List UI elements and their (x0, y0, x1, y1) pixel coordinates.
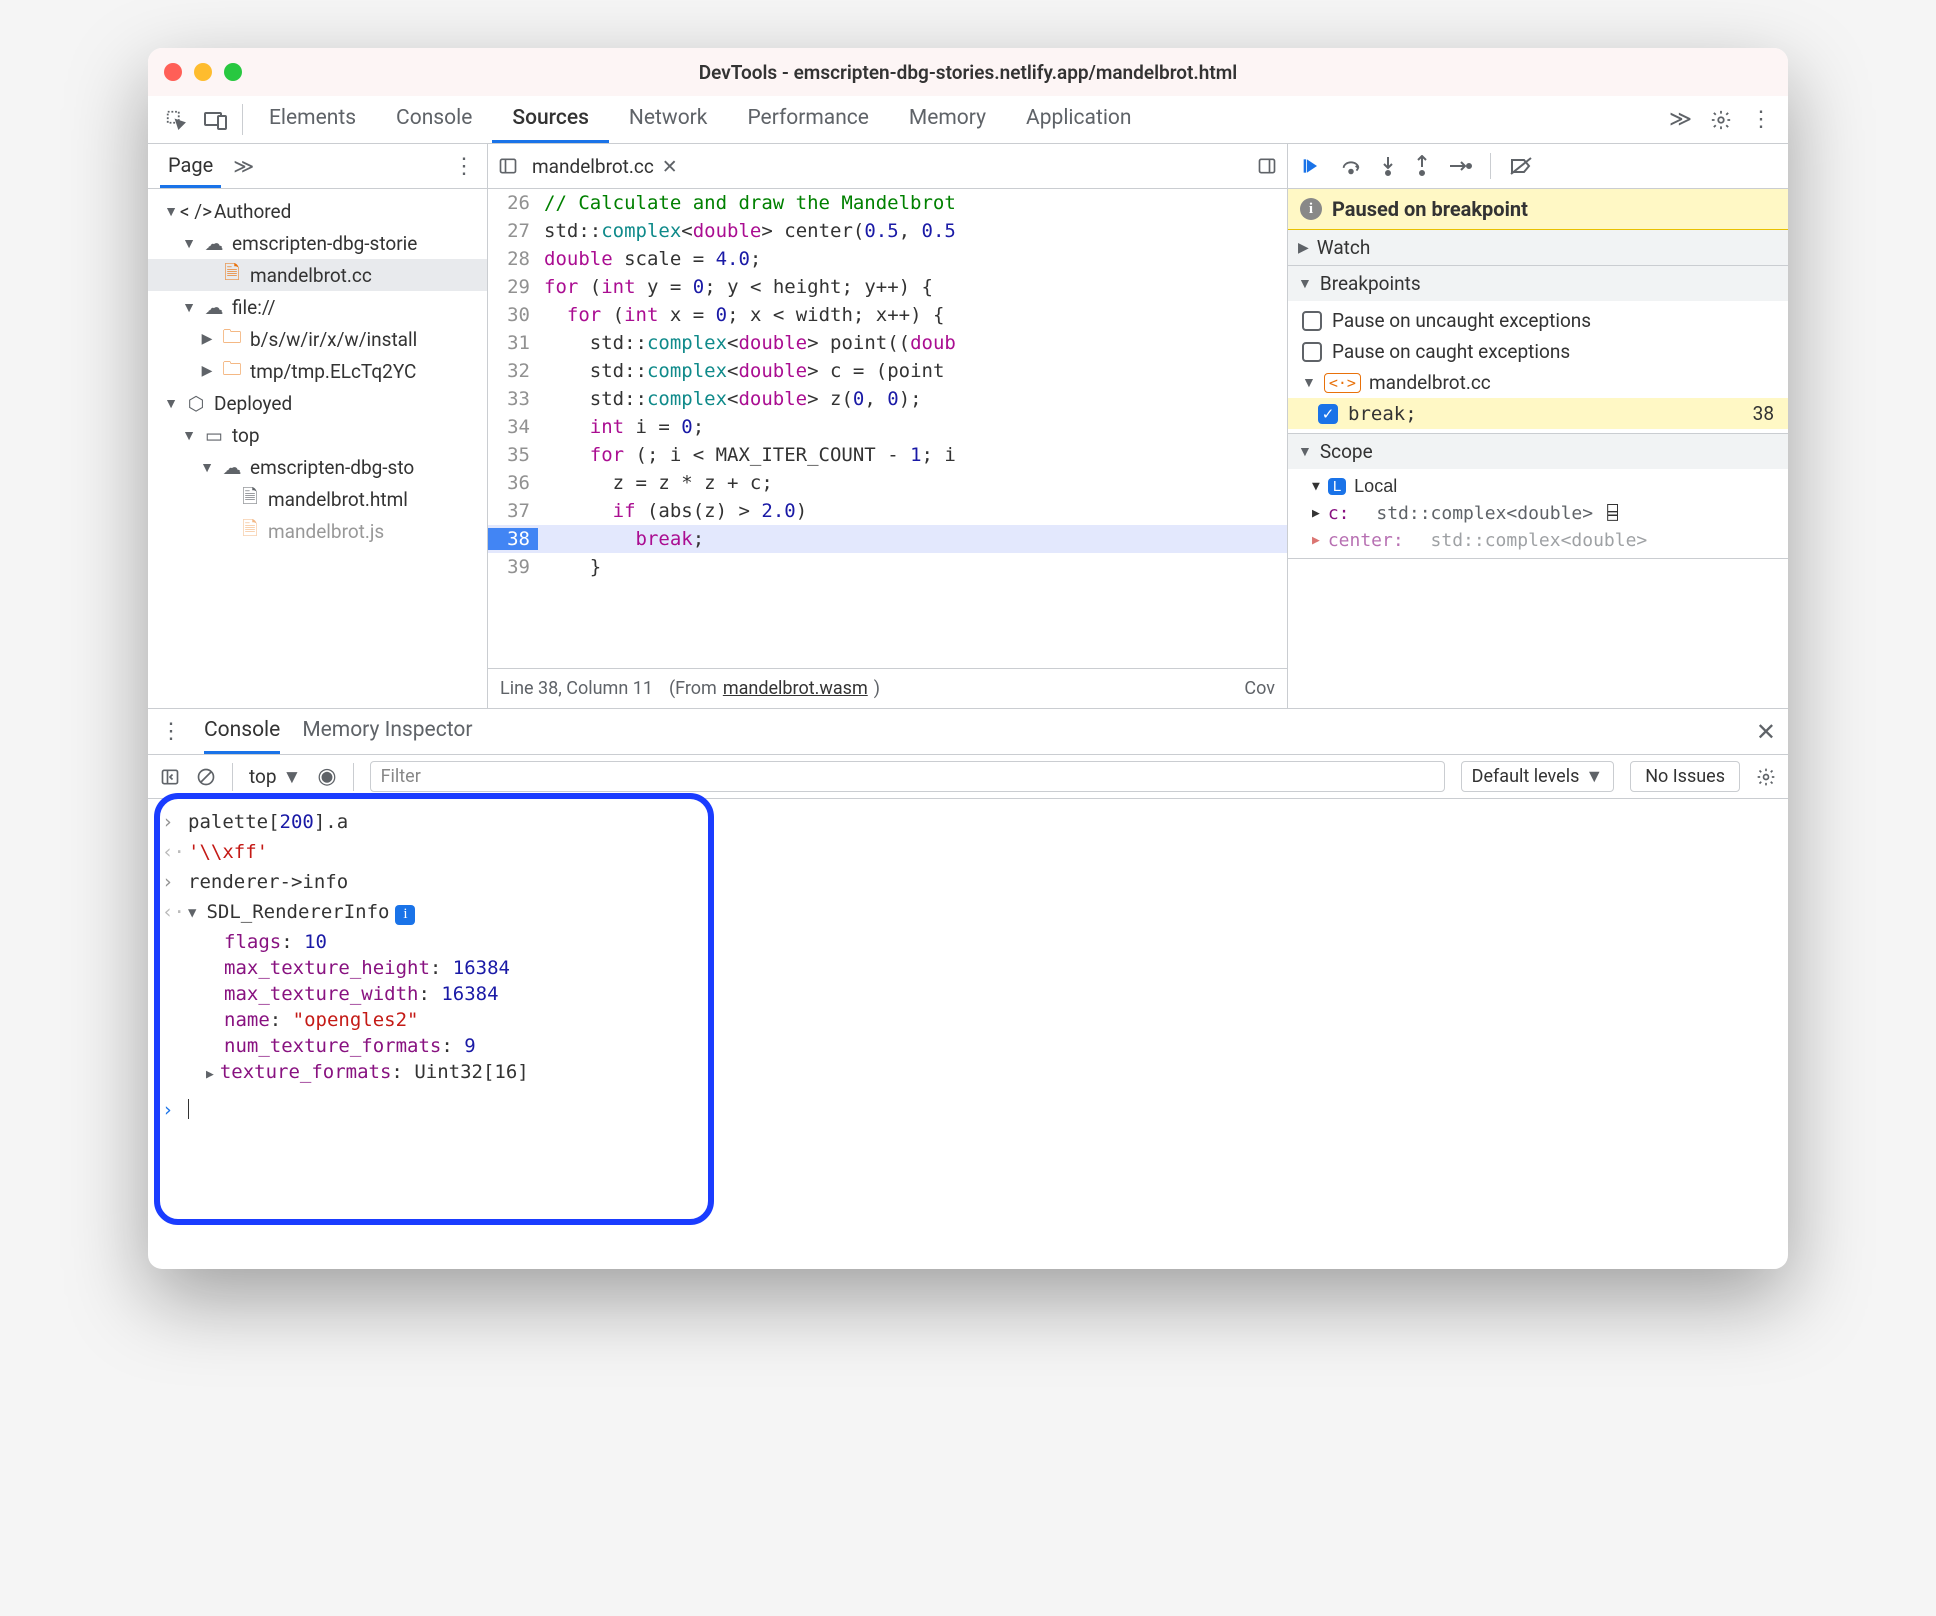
window-title: DevTools - emscripten-dbg-stories.netlif… (148, 61, 1788, 84)
step-into-icon[interactable] (1380, 155, 1396, 177)
drawer-tab-memory-inspector[interactable]: Memory Inspector (302, 709, 472, 754)
result-icon: ‹· (162, 901, 178, 923)
scope-var-c[interactable]: ▶c: std::complex<double>⌸ (1288, 500, 1788, 527)
console-body[interactable]: › palette[200].a ‹· '\\xff' › renderer->… (148, 799, 1788, 1269)
pause-uncaught-toggle[interactable]: Pause on uncaught exceptions (1288, 305, 1788, 336)
code-area[interactable]: 26// Calculate and draw the Mandelbrot27… (488, 189, 1287, 668)
tab-memory[interactable]: Memory (889, 96, 1006, 143)
local-badge-icon: L (1328, 478, 1346, 495)
tab-sources[interactable]: Sources (492, 96, 609, 143)
devtools-window: DevTools - emscripten-dbg-stories.netlif… (148, 48, 1788, 1269)
breakpoint-file[interactable]: ▼<·>mandelbrot.cc (1288, 367, 1788, 398)
device-toggle-icon[interactable] (196, 96, 236, 143)
editor-tab-label: mandelbrot.cc (532, 155, 654, 178)
breakpoint-entry[interactable]: ✓break;38 (1288, 398, 1788, 429)
paused-banner: iPaused on breakpoint (1288, 189, 1788, 230)
info-badge-icon[interactable]: i (395, 905, 415, 925)
issues-button[interactable]: No Issues (1630, 761, 1740, 792)
prompt-icon: › (162, 1099, 178, 1121)
tree-authored[interactable]: ▼< />Authored (148, 195, 487, 227)
console-prop: num_texture_formats: 9 (148, 1033, 1788, 1059)
navigator-more-icon[interactable]: ≫ (233, 154, 254, 178)
console-prop: max_texture_height: 16384 (148, 955, 1788, 981)
scope-var-center[interactable]: ▶center: std::complex<double> (1288, 527, 1788, 554)
console-sidebar-toggle-icon[interactable] (160, 767, 180, 787)
console-prop: flags: 10 (148, 929, 1788, 955)
watch-section[interactable]: ▶Watch (1288, 230, 1788, 265)
pause-caught-toggle[interactable]: Pause on caught exceptions (1288, 336, 1788, 367)
console-prop-expandable[interactable]: ▶texture_formats: Uint32[16] (148, 1059, 1788, 1085)
console-settings-gear-icon[interactable] (1756, 767, 1776, 787)
toggle-navigator-icon[interactable] (498, 156, 518, 176)
coverage-label: Cov (1244, 678, 1275, 699)
breakpoints-section[interactable]: ▼Breakpoints (1288, 266, 1788, 301)
live-expression-icon[interactable]: ◉ (317, 764, 336, 789)
tree-file-html[interactable]: 🗎mandelbrot.html (148, 483, 487, 515)
titlebar: DevTools - emscripten-dbg-stories.netlif… (148, 48, 1788, 96)
tab-application[interactable]: Application (1006, 96, 1151, 143)
tree-folder-1[interactable]: ▶🗀b/s/w/ir/x/w/install (148, 323, 487, 355)
prompt-icon: › (162, 811, 178, 833)
inspect-icon[interactable] (156, 96, 196, 143)
step-out-icon[interactable] (1414, 155, 1430, 177)
tab-performance[interactable]: Performance (727, 96, 888, 143)
console-input-1: › palette[200].a (148, 807, 1788, 837)
drawer-tabstrip: ⋮ Console Memory Inspector ✕ (148, 709, 1788, 755)
console-prompt[interactable]: › (148, 1095, 1788, 1125)
navigator-page-tab[interactable]: Page (160, 144, 221, 188)
result-icon: ‹· (162, 841, 178, 863)
cursor-position: Line 38, Column 11 (500, 678, 653, 699)
more-tabs-icon[interactable]: ≫ (1669, 107, 1692, 132)
source-editor: 26// Calculate and draw the Mandelbrot27… (488, 189, 1288, 708)
tree-origin-deployed[interactable]: ▼☁emscripten-dbg-sto (148, 451, 487, 483)
tree-file-mandelbrot-cc[interactable]: 🗎mandelbrot.cc (148, 259, 487, 291)
tree-folder-2[interactable]: ▶🗀tmp/tmp.ELcTq2YC (148, 355, 487, 387)
navigator-tree: ▼< />Authored ▼☁emscripten-dbg-storie 🗎m… (148, 189, 488, 708)
tab-elements[interactable]: Elements (249, 96, 376, 143)
drawer: ⋮ Console Memory Inspector ✕ top▼ ◉ Filt… (148, 709, 1788, 1269)
log-levels-dropdown[interactable]: Default levels▼ (1461, 761, 1615, 792)
memory-icon[interactable]: ⌸ (1607, 503, 1618, 524)
console-filter-input[interactable]: Filter (370, 761, 1445, 792)
console-input-2: › renderer->info (148, 867, 1788, 897)
clear-console-icon[interactable] (196, 767, 216, 787)
editor-statusbar: Line 38, Column 11 (From mandelbrot.wasm… (488, 668, 1287, 708)
tree-origin-authored[interactable]: ▼☁emscripten-dbg-storie (148, 227, 487, 259)
debug-sidebar: iPaused on breakpoint ▶Watch ▼Breakpoint… (1288, 189, 1788, 708)
scope-section[interactable]: ▼Scope (1288, 434, 1788, 469)
drawer-tab-console[interactable]: Console (204, 709, 280, 754)
console-prop: max_texture_width: 16384 (148, 981, 1788, 1007)
tab-console[interactable]: Console (376, 96, 492, 143)
drawer-kebab-icon[interactable]: ⋮ (160, 719, 182, 744)
close-tab-icon[interactable]: ✕ (662, 155, 678, 178)
step-icon[interactable] (1448, 158, 1472, 174)
toggle-debugger-icon[interactable] (1257, 156, 1277, 176)
kebab-icon[interactable]: ⋮ (1750, 107, 1772, 132)
panel-tabstrip: Elements Console Sources Network Perform… (148, 96, 1788, 144)
editor-tab-mandelbrot[interactable]: mandelbrot.cc ✕ (532, 155, 678, 178)
deactivate-breakpoints-icon[interactable] (1509, 156, 1533, 176)
source-map-link[interactable]: mandelbrot.wasm (723, 678, 868, 699)
navigator-kebab-icon[interactable]: ⋮ (453, 154, 475, 179)
console-prop: name: "opengles2" (148, 1007, 1788, 1033)
sources-main: ▼< />Authored ▼☁emscripten-dbg-storie 🗎m… (148, 189, 1788, 709)
breakpoint-checkbox[interactable]: ✓ (1318, 404, 1338, 424)
console-toolbar: top▼ ◉ Filter Default levels▼ No Issues (148, 755, 1788, 799)
context-selector[interactable]: top▼ (249, 765, 301, 789)
step-over-icon[interactable] (1340, 156, 1362, 176)
tree-file-js[interactable]: 🗎mandelbrot.js (148, 515, 487, 547)
resume-icon[interactable] (1302, 156, 1322, 176)
prompt-icon: › (162, 871, 178, 893)
tree-file-scheme[interactable]: ▼☁file:// (148, 291, 487, 323)
drawer-close-icon[interactable]: ✕ (1756, 718, 1776, 746)
tree-top-frame[interactable]: ▼▭top (148, 419, 487, 451)
scope-local[interactable]: ▼LLocal (1288, 473, 1788, 500)
tab-network[interactable]: Network (609, 96, 728, 143)
info-icon: i (1300, 198, 1322, 220)
tree-deployed[interactable]: ▼⬡Deployed (148, 387, 487, 419)
gear-icon[interactable] (1710, 109, 1732, 131)
console-output-2[interactable]: ‹· ▼ SDL_RendererInfoi (148, 897, 1788, 929)
console-output-1: ‹· '\\xff' (148, 837, 1788, 867)
